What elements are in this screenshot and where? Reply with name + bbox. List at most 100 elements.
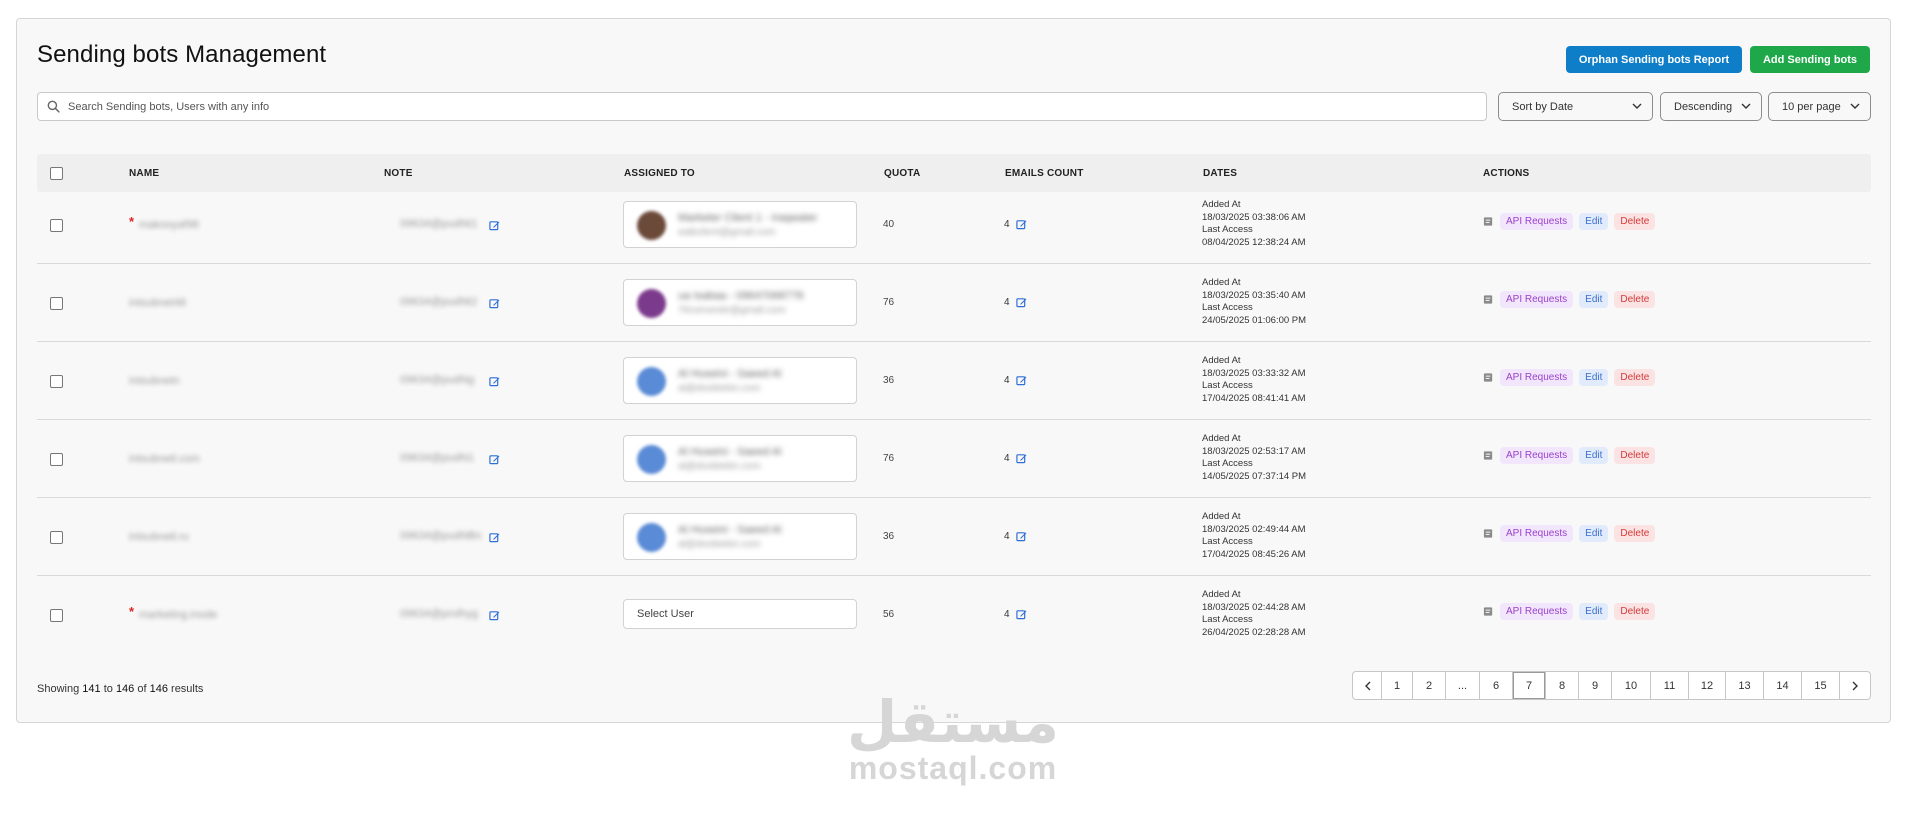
row-checkbox[interactable] [50, 375, 63, 388]
row-checkbox[interactable] [50, 219, 63, 232]
document-icon[interactable] [1483, 294, 1494, 305]
page-button[interactable]: 13 [1726, 672, 1764, 699]
chevron-down-icon [1850, 103, 1860, 109]
next-page-button[interactable] [1840, 672, 1870, 699]
add-sending-bots-button[interactable]: Add Sending bots [1750, 46, 1870, 73]
delete-button[interactable]: Delete [1614, 213, 1656, 230]
page-title: Sending bots Management [37, 41, 327, 68]
api-requests-button[interactable]: API Requests [1500, 213, 1574, 230]
select-all-checkbox[interactable] [50, 167, 63, 180]
row-checkbox[interactable] [50, 609, 63, 622]
page-button[interactable]: 2 [1413, 672, 1446, 699]
document-icon[interactable] [1483, 450, 1494, 461]
row-checkbox[interactable] [50, 531, 63, 544]
page-button[interactable]: 6 [1480, 672, 1513, 699]
emails-count-edit-icon[interactable] [1015, 453, 1027, 464]
api-requests-button[interactable]: API Requests [1500, 525, 1574, 542]
assigned-user-email: al@doobiekin.com [678, 539, 761, 550]
api-requests-button[interactable]: API Requests [1500, 369, 1574, 386]
added-at-value: 18/03/2025 03:33:32 AM [1202, 367, 1306, 379]
sort-select[interactable]: Sort by Date [1498, 92, 1653, 121]
emails-count-edit-icon[interactable] [1015, 219, 1027, 230]
edit-button[interactable]: Edit [1579, 525, 1609, 542]
search-input[interactable] [68, 100, 1448, 113]
delete-button[interactable]: Delete [1614, 603, 1656, 620]
last-access-value: 14/05/2025 07:37:14 PM [1202, 470, 1307, 482]
emails-count-edit-icon[interactable] [1015, 297, 1027, 308]
assigned-user-card[interactable]: Al Huseini - Saeed Al al@doobiekin.com [623, 435, 857, 482]
edit-button[interactable]: Edit [1579, 291, 1609, 308]
page-button[interactable]: 9 [1579, 672, 1612, 699]
emails-count-edit-icon[interactable] [1015, 375, 1027, 386]
emails-count: 4 [1004, 609, 1027, 620]
edit-button[interactable]: Edit [1579, 447, 1609, 464]
page-button[interactable]: 14 [1764, 672, 1802, 699]
quota-value: 40 [883, 219, 895, 230]
document-icon[interactable] [1483, 606, 1494, 617]
added-at-label: Added At [1202, 277, 1241, 288]
added-at-label: Added At [1202, 433, 1241, 444]
last-access-label: Last Access [1202, 224, 1253, 236]
api-requests-button[interactable]: API Requests [1500, 447, 1574, 464]
page-button[interactable]: 12 [1689, 672, 1726, 699]
page-button[interactable]: 7 [1513, 672, 1546, 699]
assigned-user-card[interactable]: Al Huseini - Saeed Al al@doobiekin.com [623, 357, 857, 404]
document-icon[interactable] [1483, 528, 1494, 539]
chevron-down-icon [1741, 103, 1751, 109]
per-page-select[interactable]: 10 per page [1768, 92, 1871, 121]
select-user-field[interactable]: Select User [623, 599, 857, 629]
document-icon[interactable] [1483, 216, 1494, 227]
last-access-label: Last Access [1202, 614, 1253, 626]
page-button[interactable]: 8 [1546, 672, 1579, 699]
added-at-value: 18/03/2025 03:38:06 AM [1202, 211, 1306, 223]
delete-button[interactable]: Delete [1614, 291, 1656, 308]
note-edit-icon[interactable] [489, 530, 500, 548]
api-requests-button[interactable]: API Requests [1500, 603, 1574, 620]
per-page-select-value: 10 per page [1782, 100, 1841, 113]
edit-icon[interactable] [489, 298, 500, 309]
edit-icon[interactable] [489, 220, 500, 231]
emails-count-edit-icon[interactable] [1015, 531, 1027, 542]
row-checkbox[interactable] [50, 453, 63, 466]
page-button[interactable]: 10 [1612, 672, 1651, 699]
assigned-user-card[interactable]: ua Isabaa - 09647068778 76ruinvestir@gmai… [623, 279, 857, 326]
edit-icon[interactable] [489, 610, 500, 621]
page-button[interactable]: 11 [1651, 672, 1689, 699]
delete-button[interactable]: Delete [1614, 447, 1656, 464]
edit-button[interactable]: Edit [1579, 603, 1609, 620]
note-edit-icon[interactable] [489, 608, 500, 626]
edit-button[interactable]: Edit [1579, 369, 1609, 386]
page-button[interactable]: 15 [1802, 672, 1840, 699]
edit-icon[interactable] [489, 454, 500, 465]
edit-icon[interactable] [489, 532, 500, 543]
row-actions: API Requests Edit Delete [1483, 603, 1656, 620]
previous-page-button[interactable] [1353, 672, 1382, 699]
bot-name: intsubnetl.ru [129, 531, 189, 543]
avatar [637, 445, 666, 474]
assigned-user-card[interactable]: Al Huseini - Saeed Al al@doobiekin.com [623, 513, 857, 560]
delete-button[interactable]: Delete [1614, 369, 1656, 386]
edit-icon[interactable] [489, 376, 500, 387]
emails-count-edit-icon[interactable] [1015, 609, 1027, 620]
note-edit-icon[interactable] [489, 296, 500, 314]
note-edit-icon[interactable] [489, 218, 500, 236]
order-select[interactable]: Descending [1660, 92, 1762, 121]
assigned-user-card[interactable]: Marketer Client 1 - Iraqwater wabclient@g… [623, 201, 857, 248]
delete-button[interactable]: Delete [1614, 525, 1656, 542]
note-edit-icon[interactable] [489, 452, 500, 470]
added-at-label: Added At [1202, 589, 1241, 600]
row-actions: API Requests Edit Delete [1483, 291, 1656, 308]
orphan-report-button[interactable]: Orphan Sending bots Report [1566, 46, 1742, 73]
edit-button[interactable]: Edit [1579, 213, 1609, 230]
row-actions: API Requests Edit Delete [1483, 369, 1656, 386]
api-requests-button[interactable]: API Requests [1500, 291, 1574, 308]
note-edit-icon[interactable] [489, 374, 500, 392]
row-checkbox[interactable] [50, 297, 63, 310]
added-at-value: 18/03/2025 02:53:17 AM [1202, 445, 1306, 457]
header-actions: ACTIONS [1483, 168, 1530, 179]
assigned-user-name: ua Isabaa - 09647068778 [678, 290, 804, 302]
document-icon[interactable] [1483, 372, 1494, 383]
page-button[interactable]: 1 [1382, 672, 1413, 699]
search-box[interactable] [37, 92, 1487, 121]
table-row: * marketing.inode 09634@prolhyg Select User… [37, 576, 1871, 654]
